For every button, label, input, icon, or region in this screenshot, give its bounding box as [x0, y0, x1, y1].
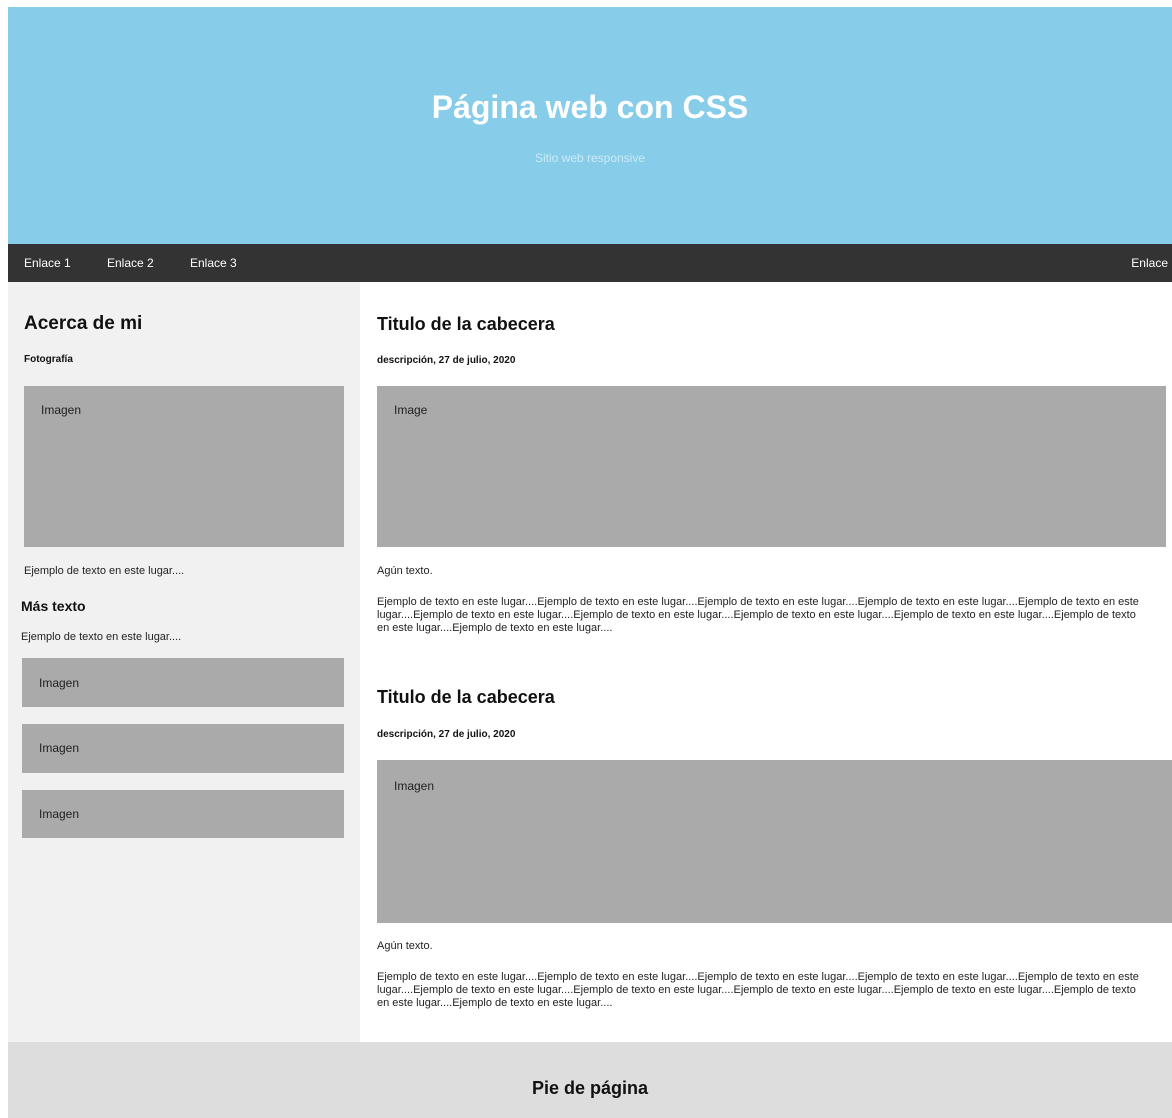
sidebar-title: Acerca de mi — [24, 313, 143, 334]
sidebar-text-1: Ejemplo de texto en este lugar.... — [24, 565, 185, 577]
post-2-image-placeholder: Imagen — [377, 760, 1172, 923]
post-2-meta: descripción, 27 de julio, 2020 — [377, 729, 516, 740]
sidebar-image-1-label: Imagen — [39, 676, 80, 690]
page: Página web con CSS Sitio web responsive … — [8, 7, 1172, 1118]
sidebar-image-1: Imagen — [22, 658, 344, 707]
post-1-image-placeholder: Image — [377, 386, 1166, 547]
post-2-short-text: Agún texto. — [377, 940, 433, 952]
footer: Pie de página — [8, 1042, 1172, 1118]
sidebar-text-2: Ejemplo de texto en este lugar.... — [21, 631, 182, 643]
photo-label: Fotografía — [24, 354, 73, 365]
post-1-body: Ejemplo de texto en este lugar....Ejempl… — [377, 596, 1139, 634]
nav-link-1[interactable]: Enlace 1 — [24, 244, 71, 282]
nav-link-2[interactable]: Enlace 2 — [107, 244, 154, 282]
post-2-image-label: Imagen — [394, 779, 435, 793]
main-content: Titulo de la cabecera descripción, 27 de… — [360, 282, 1172, 1042]
header-banner: Página web con CSS Sitio web responsive — [8, 7, 1172, 244]
nav-link-right[interactable]: Enlace — [1131, 244, 1168, 282]
post-2-title: Titulo de la cabecera — [377, 687, 555, 707]
top-navbar: Enlace 1 Enlace 2 Enlace 3 Enlace — [8, 244, 1172, 282]
nav-link-3[interactable]: Enlace 3 — [190, 244, 237, 282]
more-text-title: Más texto — [21, 598, 86, 614]
sidebar-image-3-label: Imagen — [39, 807, 80, 821]
sidebar-image-2: Imagen — [22, 724, 344, 773]
footer-title: Pie de página — [531, 1078, 649, 1098]
sidebar-image-3: Imagen — [22, 790, 344, 838]
sidebar-image-2-label: Imagen — [39, 741, 80, 755]
page-title: Página web con CSS — [431, 89, 749, 125]
profile-photo-label: Imagen — [41, 403, 82, 417]
post-1-image-label: Image — [394, 403, 428, 417]
post-1-short-text: Agún texto. — [377, 565, 433, 577]
profile-photo-placeholder: Imagen — [24, 386, 344, 547]
page-subtitle: Sitio web responsive — [534, 151, 646, 165]
post-1-meta: descripción, 27 de julio, 2020 — [377, 355, 516, 366]
post-2-body: Ejemplo de texto en este lugar....Ejempl… — [377, 971, 1139, 1009]
post-1-title: Titulo de la cabecera — [377, 314, 555, 334]
sidebar: Acerca de mi Fotografía Imagen Ejemplo d… — [8, 282, 360, 1042]
